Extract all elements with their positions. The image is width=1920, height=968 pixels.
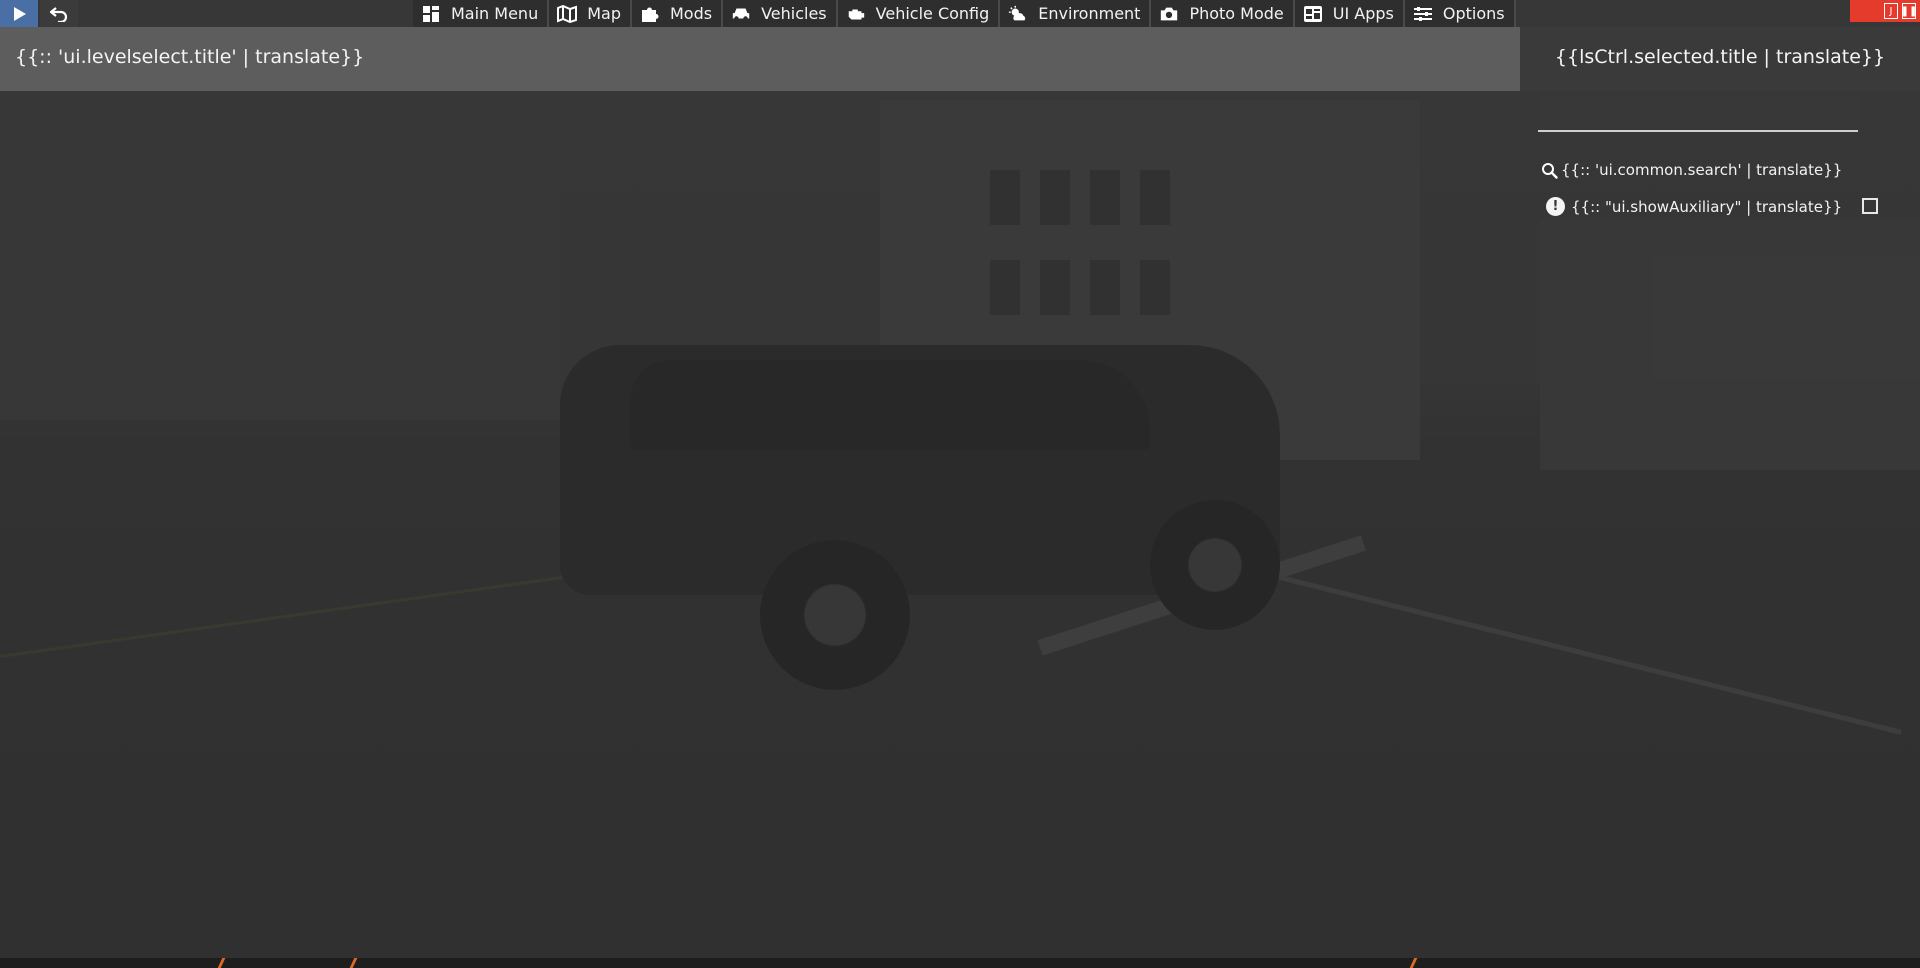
menu-item-main-menu[interactable]: Main Menu [413, 0, 550, 27]
show-auxiliary-checkbox[interactable] [1862, 198, 1878, 214]
page-title: {{:: 'ui.levelselect.title' | translate}… [15, 46, 365, 68]
menu-item-vehicles[interactable]: Vehicles [723, 0, 838, 27]
accent-stripe [1409, 958, 1418, 968]
show-auxiliary-row: ! {{:: "ui.showAuxiliary" | translate}} [1546, 197, 1878, 216]
accent-stripe [217, 958, 226, 968]
bottom-strip [0, 958, 1920, 968]
menu-item-mods[interactable]: Mods [631, 0, 724, 27]
undo-icon [50, 6, 68, 22]
menu-item-label: Options [1442, 4, 1505, 23]
menu-item-vehicle-config[interactable]: Vehicle Config [837, 0, 1001, 27]
selected-level-title: {{lsCtrl.selected.title | translate}} [1554, 46, 1886, 68]
menu-item-map[interactable]: Map [549, 0, 632, 27]
car-icon [731, 5, 751, 23]
menu-item-label: Map [587, 4, 621, 23]
menu-item-label: Photo Mode [1189, 4, 1284, 23]
weather-icon [1008, 5, 1028, 23]
menu-item-label: Main Menu [451, 4, 539, 23]
camera-icon [1159, 5, 1179, 23]
menu-item-label: Vehicle Config [875, 4, 990, 23]
search-icon [1541, 162, 1558, 179]
puzzle-icon [640, 5, 660, 23]
engine-icon [846, 5, 866, 23]
main-menu-bar: Main Menu Map Mods Vehicles Vehicle Conf… [413, 0, 1516, 27]
level-select-header: {{:: 'ui.levelselect.title' | translate}… [0, 27, 1520, 91]
menu-item-label: UI Apps [1332, 4, 1394, 23]
top-bar: Main Menu Map Mods Vehicles Vehicle Conf… [0, 0, 1920, 27]
corner-letter: J [1884, 3, 1898, 19]
menu-item-photo-mode[interactable]: Photo Mode [1151, 0, 1295, 27]
exclamation-icon: ! [1546, 197, 1565, 216]
grid-icon [421, 5, 441, 23]
apps-icon [1303, 5, 1323, 23]
map-icon [557, 4, 578, 23]
play-icon [14, 6, 26, 21]
sliders-icon [1413, 5, 1433, 23]
menu-item-environment[interactable]: Environment [1000, 0, 1152, 27]
show-auxiliary-label: {{:: "ui.showAuxiliary" | translate}} [1571, 197, 1843, 216]
menu-item-label: Environment [1038, 4, 1141, 23]
search-label-row: {{:: 'ui.common.search' | translate}} [1541, 161, 1842, 179]
undo-button[interactable] [40, 0, 78, 27]
menu-item-label: Vehicles [761, 4, 827, 23]
menu-item-ui-apps[interactable]: UI Apps [1294, 0, 1405, 27]
play-button[interactable] [0, 0, 38, 27]
search-label: {{:: 'ui.common.search' | translate}} [1561, 161, 1843, 179]
menu-item-options[interactable]: Options [1404, 0, 1516, 27]
menu-item-label: Mods [669, 4, 713, 23]
filter-panel: {{:: 'ui.common.search' | translate}} ! … [1538, 91, 1888, 461]
search-input[interactable] [1538, 96, 1858, 132]
selected-level-header: {{lsCtrl.selected.title | translate}} [1520, 27, 1920, 91]
pause-icon[interactable]: ❚❚ [1901, 3, 1917, 19]
app-corner-badge[interactable]: J ❚❚ [1850, 0, 1920, 22]
accent-stripe [349, 958, 358, 968]
